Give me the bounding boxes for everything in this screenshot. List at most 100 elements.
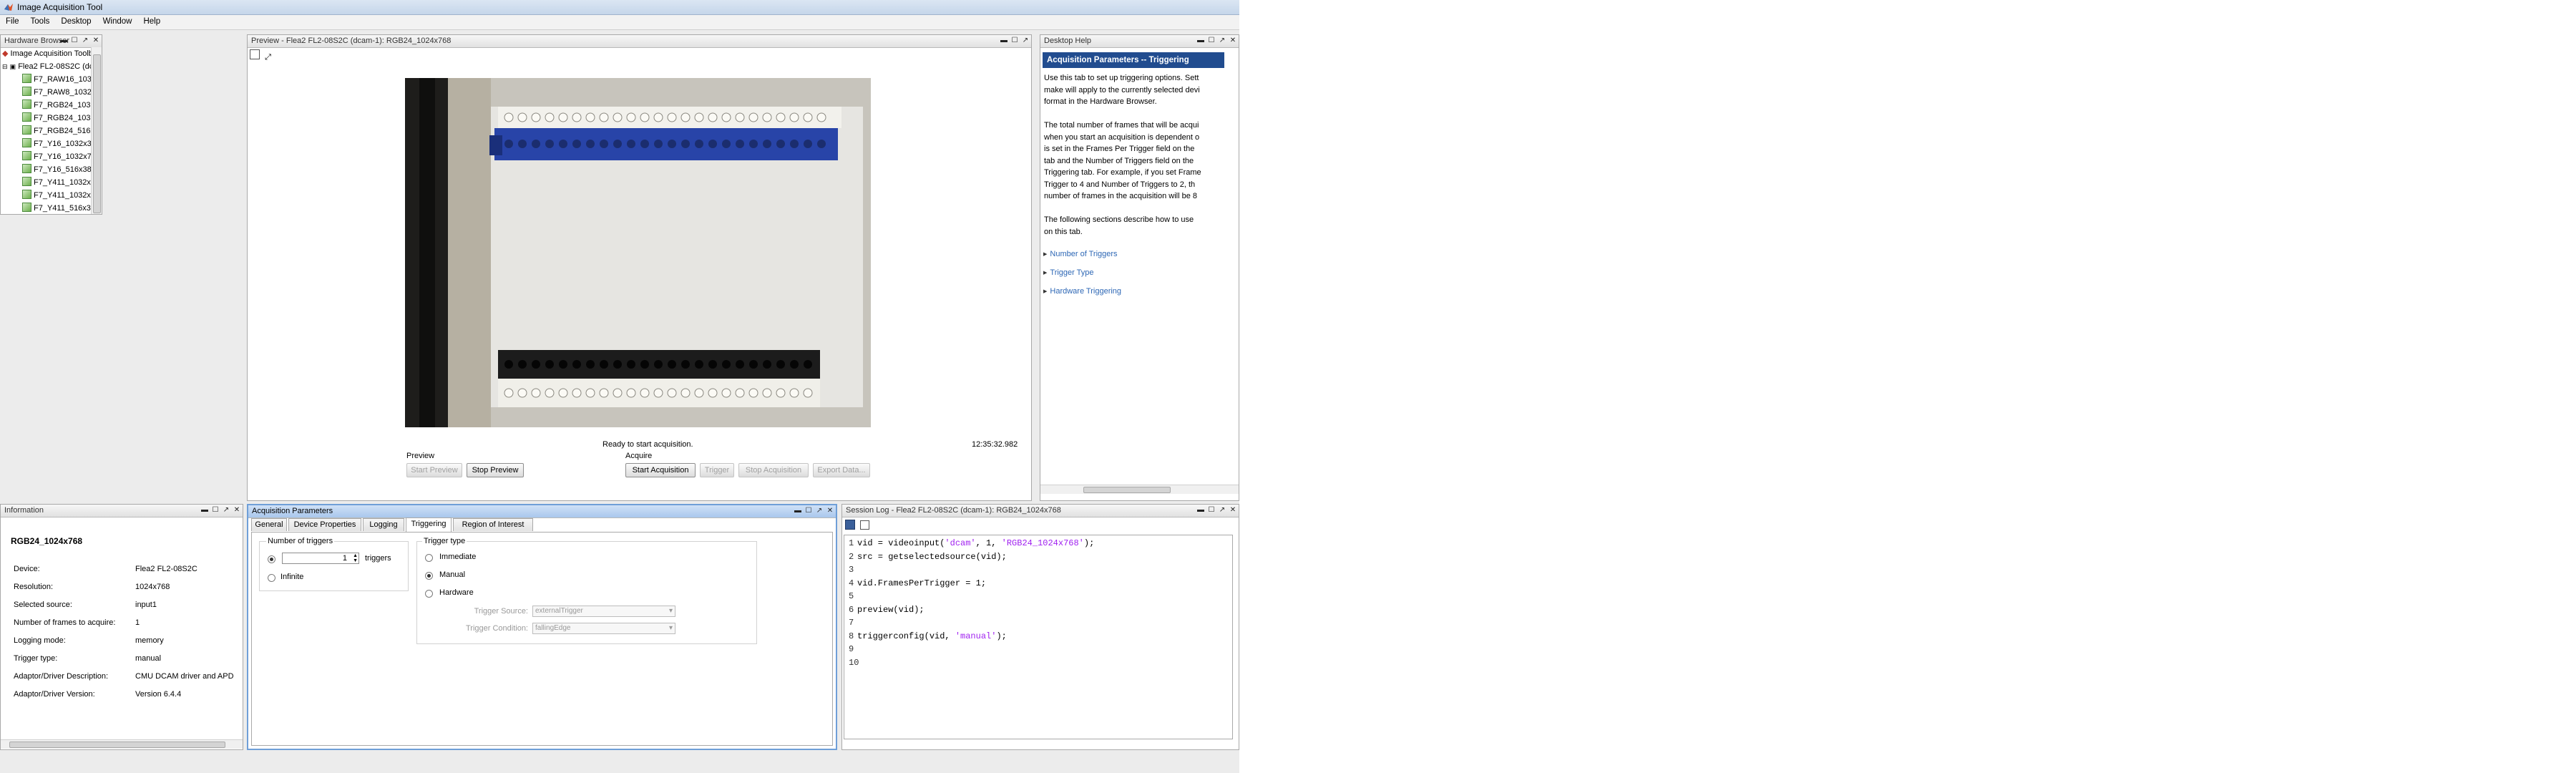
manual-radio[interactable] — [425, 572, 433, 580]
board-peg — [694, 388, 704, 398]
maximize-icon[interactable]: ☐ — [1011, 36, 1018, 46]
close-icon[interactable]: ✕ — [92, 36, 99, 46]
code-line: 5 — [849, 590, 857, 603]
undock-icon[interactable]: ↗ — [1219, 36, 1226, 46]
tree-format-item[interactable]: F7_Y411_1032x388 — [22, 176, 92, 189]
minimize-icon[interactable]: ▬ — [60, 36, 67, 46]
trigger-button[interactable]: Trigger — [700, 463, 734, 477]
tree-format-item[interactable]: F7_RGB24_1032x388 — [22, 99, 92, 112]
fit-icon[interactable] — [250, 49, 260, 59]
undock-icon[interactable]: ↗ — [82, 36, 89, 46]
matlab-logo-icon — [4, 4, 13, 11]
board-peg — [721, 112, 731, 122]
triggers-input[interactable]: 1 ▲ ▼ — [282, 553, 359, 564]
tree-device[interactable]: ⊟ ▣ Flea2 FL2-08S2C (dcam-1) — [2, 60, 92, 73]
close-icon[interactable]: ✕ — [1229, 36, 1236, 46]
undock-icon[interactable]: ↗ — [816, 506, 823, 516]
tab-general[interactable]: General — [251, 518, 287, 531]
undock-icon[interactable]: ↗ — [223, 505, 230, 515]
export-data-button[interactable]: Export Data... — [813, 463, 870, 477]
tree-format-item[interactable]: F7_RAW8_1032x776 — [22, 86, 92, 99]
tree-format-item[interactable]: F7_Y411_516x388 — [22, 202, 92, 214]
tree-format-item[interactable]: F7_Y16_1032x388 — [22, 137, 92, 150]
menu-item-file[interactable]: File — [0, 15, 25, 28]
immediate-radio[interactable] — [425, 554, 433, 562]
maximize-icon[interactable]: ☐ — [71, 36, 78, 46]
board-hole — [627, 140, 635, 148]
info-value: Version 6.4.4 — [135, 690, 182, 699]
tab-region-of-interest[interactable]: Region of Interest — [453, 518, 533, 531]
session-log-code[interactable]: 1 vid = videoinput('dcam', 1, 'RGB24_1024… — [844, 535, 1233, 739]
help-link-number-of-triggers[interactable]: Number of Triggers — [1043, 250, 1117, 258]
tab-triggering[interactable]: Triggering — [406, 517, 452, 532]
close-icon[interactable]: ✕ — [233, 505, 240, 515]
close-icon[interactable]: ✕ — [1229, 505, 1236, 515]
minimize-icon[interactable]: ▬ — [794, 506, 801, 516]
menu-item-tools[interactable]: Tools — [25, 15, 56, 28]
maximize-icon[interactable]: ☐ — [212, 505, 219, 515]
stop-preview-button[interactable]: Stop Preview — [467, 463, 524, 477]
board-peg — [708, 388, 718, 398]
board-hole — [749, 140, 758, 148]
menu-item-help[interactable]: Help — [137, 15, 166, 28]
tree-format-item[interactable]: F7_Y16_1032x776 — [22, 150, 92, 163]
format-icon — [22, 151, 31, 160]
code-token: ); — [996, 631, 1007, 641]
minimize-icon[interactable]: ▬ — [1197, 505, 1204, 515]
tree-format-item[interactable]: F7_Y411_1032x776 — [22, 189, 92, 202]
trigger-condition-select[interactable]: fallingEdge ▾ — [532, 623, 675, 634]
code-token: 'manual' — [955, 631, 997, 641]
info-horizontal-scrollbar[interactable] — [1, 739, 243, 749]
finite-triggers-radio[interactable] — [268, 555, 275, 563]
minimize-icon[interactable]: ▬ — [1197, 36, 1204, 46]
minimize-icon[interactable]: ▬ — [1000, 36, 1008, 46]
board-hole — [654, 360, 663, 369]
tree-format-label: F7_Y411_1032x388 — [34, 178, 92, 187]
tab-logging[interactable]: Logging — [363, 518, 404, 531]
start-preview-button[interactable]: Start Preview — [406, 463, 462, 477]
board-peg — [517, 388, 527, 398]
copy-icon[interactable] — [860, 520, 870, 530]
tab-device-properties[interactable]: Device Properties — [288, 518, 361, 531]
hardware-tree: ◆ Image Acquisition Toolbox ⊟ ▣ Flea2 FL… — [1, 47, 92, 214]
code-token: 'RGB24_1024x768' — [1001, 538, 1084, 548]
tree-format-item[interactable]: F7_RAW16_1032x776 — [22, 73, 92, 86]
help-horizontal-scrollbar[interactable] — [1040, 485, 1239, 494]
tree-format-item[interactable]: F7_RGB24_516x388 — [22, 125, 92, 137]
help-link-hardware-triggering[interactable]: Hardware Triggering — [1043, 287, 1121, 296]
start-acquisition-button[interactable]: Start Acquisition — [625, 463, 696, 477]
board-peg — [626, 388, 636, 398]
maximize-icon[interactable]: ☐ — [1208, 505, 1215, 515]
tree-root[interactable]: ◆ Image Acquisition Toolbox — [2, 47, 92, 60]
triggers-value: 1 — [342, 554, 347, 563]
infinite-triggers-radio[interactable] — [268, 574, 275, 582]
menu-item-desktop[interactable]: Desktop — [55, 15, 97, 28]
collapse-icon[interactable]: ⊟ — [2, 63, 8, 70]
undock-icon[interactable]: ↗ — [1219, 505, 1226, 515]
board-peg — [572, 388, 582, 398]
close-icon[interactable]: ✕ — [826, 506, 834, 516]
save-icon[interactable] — [845, 520, 855, 530]
board-peg — [613, 112, 623, 122]
spinner-icon[interactable]: ▲ ▼ — [353, 553, 358, 563]
menu-item-window[interactable]: Window — [97, 15, 138, 28]
help-link-trigger-type[interactable]: Trigger Type — [1043, 268, 1093, 277]
trigger-source-select[interactable]: externalTrigger ▾ — [532, 606, 675, 617]
tree-format-item[interactable]: F7_Y16_516x388 — [22, 163, 92, 176]
minimize-icon[interactable]: ▬ — [201, 505, 208, 515]
stop-acquisition-button[interactable]: Stop Acquisition — [738, 463, 809, 477]
board-hole — [763, 140, 771, 148]
tree-format-item[interactable]: F7_RGB24_1032x776 — [22, 112, 92, 125]
board-hole — [790, 140, 799, 148]
maximize-icon[interactable]: ☐ — [805, 506, 812, 516]
fullscreen-icon[interactable]: ⤢ — [265, 53, 273, 62]
code-token: vid.FramesPerTrigger = 1; — [857, 578, 987, 588]
hardware-vertical-scrollbar[interactable] — [91, 47, 102, 214]
hardware-radio[interactable] — [425, 590, 433, 598]
line-number: 4 — [849, 578, 854, 588]
undock-icon[interactable]: ↗ — [1022, 36, 1029, 46]
maximize-icon[interactable]: ☐ — [1208, 36, 1215, 46]
session-log-header: Session Log - Flea2 FL2-08S2C (dcam-1): … — [842, 505, 1239, 517]
number-of-triggers-group — [259, 541, 409, 591]
board-hole — [572, 360, 581, 369]
